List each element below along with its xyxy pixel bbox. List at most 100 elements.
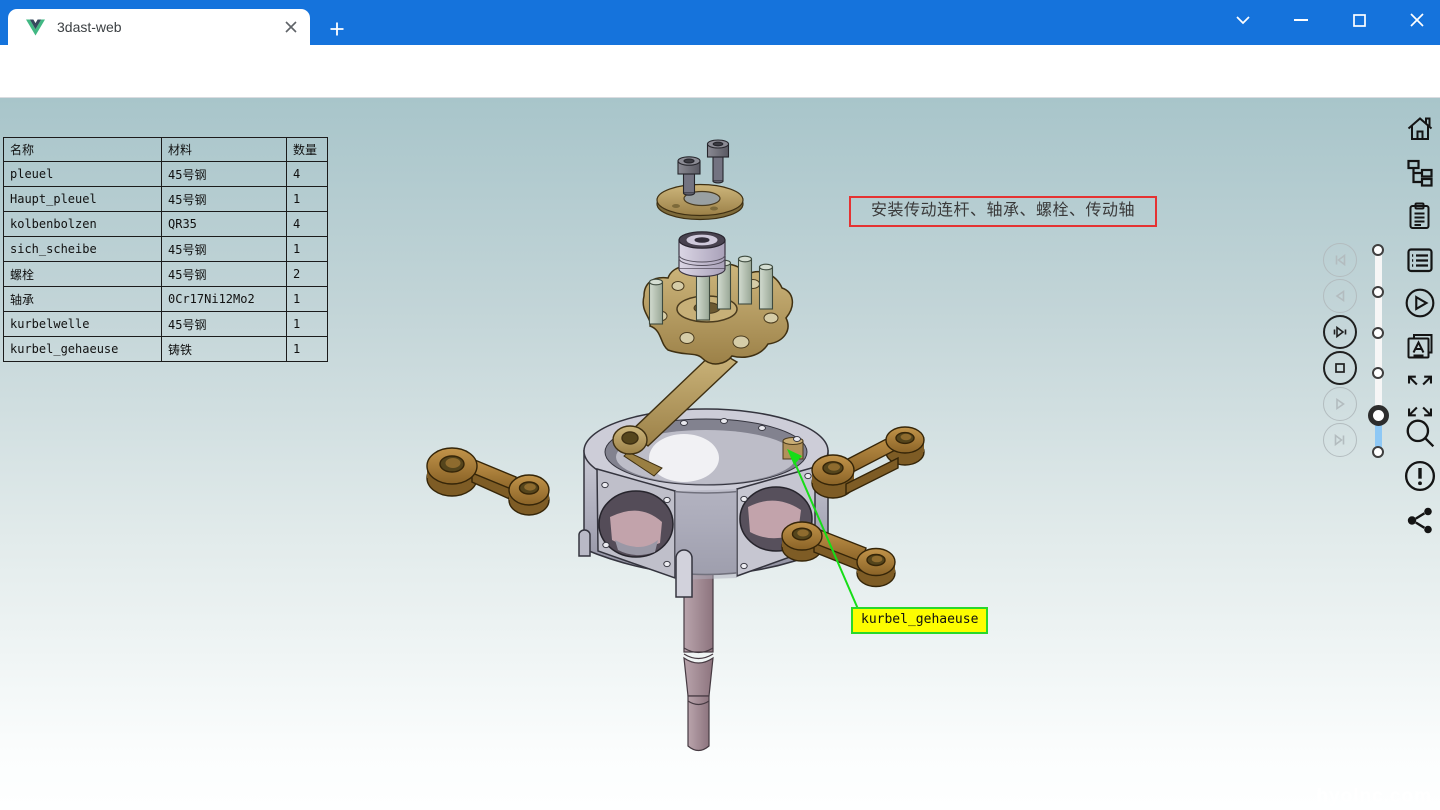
- cell-material: 铸铁: [162, 337, 287, 362]
- browser-tab[interactable]: 3dast-web: [8, 9, 310, 45]
- play-circle-icon: [1404, 287, 1436, 319]
- cell-qty: 1: [287, 187, 328, 212]
- home-icon: [1405, 114, 1435, 144]
- cell-name: Haupt_pleuel: [4, 187, 162, 212]
- stop-icon: [1332, 360, 1348, 376]
- model-viewer-canvas[interactable]: 名称 材料 数量 pleuel45号钢4 Haupt_pleuel45号钢1 k…: [0, 98, 1440, 810]
- table-row: 螺栓45号钢2: [4, 262, 328, 287]
- fullscreen-button[interactable]: [1404, 371, 1436, 421]
- part-bearing[interactable]: [679, 232, 725, 277]
- play-animation-button[interactable]: [1404, 287, 1436, 319]
- cell-name: sich_scheibe: [4, 237, 162, 262]
- new-tab-button[interactable]: [324, 16, 350, 42]
- plus-icon: [329, 21, 345, 37]
- warning-circle-icon: [1404, 460, 1436, 492]
- browser-toolbar: 不安全 | 192.168.30.157:11182/index.html?vi…: [0, 45, 1440, 98]
- slider-tick: [1372, 446, 1384, 458]
- share-nodes-icon: [1405, 505, 1435, 535]
- part-kurbelwelle-shaft[interactable]: [684, 572, 713, 751]
- step-play-icon: [1332, 324, 1348, 340]
- step-back-button[interactable]: [1323, 279, 1357, 313]
- browser-tabbar: 3dast-web: [0, 0, 1440, 45]
- table-row: kolbenbolzenQR354: [4, 212, 328, 237]
- cell-material: 45号钢: [162, 262, 287, 287]
- skip-to-end-button[interactable]: [1323, 423, 1357, 457]
- part-pleuel-left[interactable]: [427, 448, 549, 515]
- progress-slider-thumb[interactable]: [1368, 405, 1389, 426]
- cell-name: 螺栓: [4, 262, 162, 287]
- slider-tick: [1372, 367, 1384, 379]
- vue-logo-icon: [26, 19, 45, 36]
- watermark: hyolnc.com: [1316, 786, 1432, 808]
- clipboard-list-icon: [1405, 201, 1435, 231]
- window-chevron-button[interactable]: [1220, 4, 1266, 36]
- bom-header-material: 材料: [162, 138, 287, 162]
- table-row: 轴承0Cr17Ni12Mo21: [4, 287, 328, 312]
- stop-button[interactable]: [1323, 351, 1357, 385]
- part-pleuel-right-lower[interactable]: [782, 522, 895, 587]
- cell-material: 45号钢: [162, 162, 287, 187]
- cell-name: 轴承: [4, 287, 162, 312]
- slider-tick: [1372, 327, 1384, 339]
- part-sich-scheibe-washer[interactable]: [657, 185, 743, 220]
- slider-tick: [1372, 244, 1384, 256]
- play-icon: [1332, 396, 1348, 412]
- steps-list-button[interactable]: [1404, 244, 1436, 276]
- cell-material: 45号钢: [162, 187, 287, 212]
- cell-qty: 2: [287, 262, 328, 287]
- cell-material: 45号钢: [162, 237, 287, 262]
- chevron-down-icon: [1235, 14, 1251, 26]
- maximize-button[interactable]: [1336, 4, 1382, 36]
- table-row: sich_scheibe45号钢1: [4, 237, 328, 262]
- tab-close-button[interactable]: [282, 18, 300, 36]
- cell-material: QR35: [162, 212, 287, 237]
- window-close-button[interactable]: [1394, 4, 1440, 36]
- cell-qty: 4: [287, 162, 328, 187]
- home-view-button[interactable]: [1404, 113, 1436, 145]
- cell-qty: 1: [287, 287, 328, 312]
- cell-qty: 1: [287, 237, 328, 262]
- minimize-button[interactable]: [1278, 4, 1324, 36]
- step-play-button[interactable]: [1323, 315, 1357, 349]
- step-annotation: 安装传动连杆、轴承、螺栓、传动轴: [849, 196, 1157, 227]
- skip-end-icon: [1332, 432, 1348, 448]
- clipboard-list-button[interactable]: [1404, 200, 1436, 232]
- maximize-icon: [1353, 14, 1366, 27]
- cell-qty: 1: [287, 337, 328, 362]
- table-row: kurbel_gehaeuse铸铁1: [4, 337, 328, 362]
- table-row: pleuel45号钢4: [4, 162, 328, 187]
- bom-table: 名称 材料 数量 pleuel45号钢4 Haupt_pleuel45号钢1 k…: [3, 137, 328, 362]
- slider-tick: [1372, 286, 1384, 298]
- table-row: kurbelwelle45号钢1: [4, 312, 328, 337]
- cell-name: pleuel: [4, 162, 162, 187]
- cell-qty: 4: [287, 212, 328, 237]
- part-pleuel-right-upper[interactable]: [812, 427, 924, 498]
- skip-to-start-button[interactable]: [1323, 243, 1357, 277]
- bom-header-row: 名称 材料 数量: [4, 138, 328, 162]
- assembly-tree-icon: [1405, 157, 1435, 187]
- table-row: Haupt_pleuel45号钢1: [4, 187, 328, 212]
- steps-list-icon: [1405, 245, 1435, 275]
- share-model-button[interactable]: [1404, 504, 1436, 536]
- cell-material: 45号钢: [162, 312, 287, 337]
- cell-name: kolbenbolzen: [4, 212, 162, 237]
- annotation-icon: [1405, 331, 1435, 361]
- close-icon: [285, 21, 297, 33]
- zoom-icon: [1404, 417, 1436, 449]
- annotation-toggle-button[interactable]: [1404, 330, 1436, 362]
- step-back-icon: [1332, 288, 1348, 304]
- skip-start-icon: [1332, 252, 1348, 268]
- tab-title: 3dast-web: [57, 19, 282, 35]
- play-button[interactable]: [1323, 387, 1357, 421]
- bom-header-name: 名称: [4, 138, 162, 162]
- cell-material: 0Cr17Ni12Mo2: [162, 287, 287, 312]
- zoom-button[interactable]: [1404, 417, 1436, 449]
- minimize-icon: [1294, 18, 1308, 22]
- cell-qty: 1: [287, 312, 328, 337]
- info-warning-button[interactable]: [1404, 460, 1436, 492]
- fullscreen-icon: [1404, 372, 1436, 420]
- assembly-tree-button[interactable]: [1404, 156, 1436, 188]
- cell-name: kurbelwelle: [4, 312, 162, 337]
- part-label[interactable]: kurbel_gehaeuse: [851, 607, 988, 634]
- cell-name: kurbel_gehaeuse: [4, 337, 162, 362]
